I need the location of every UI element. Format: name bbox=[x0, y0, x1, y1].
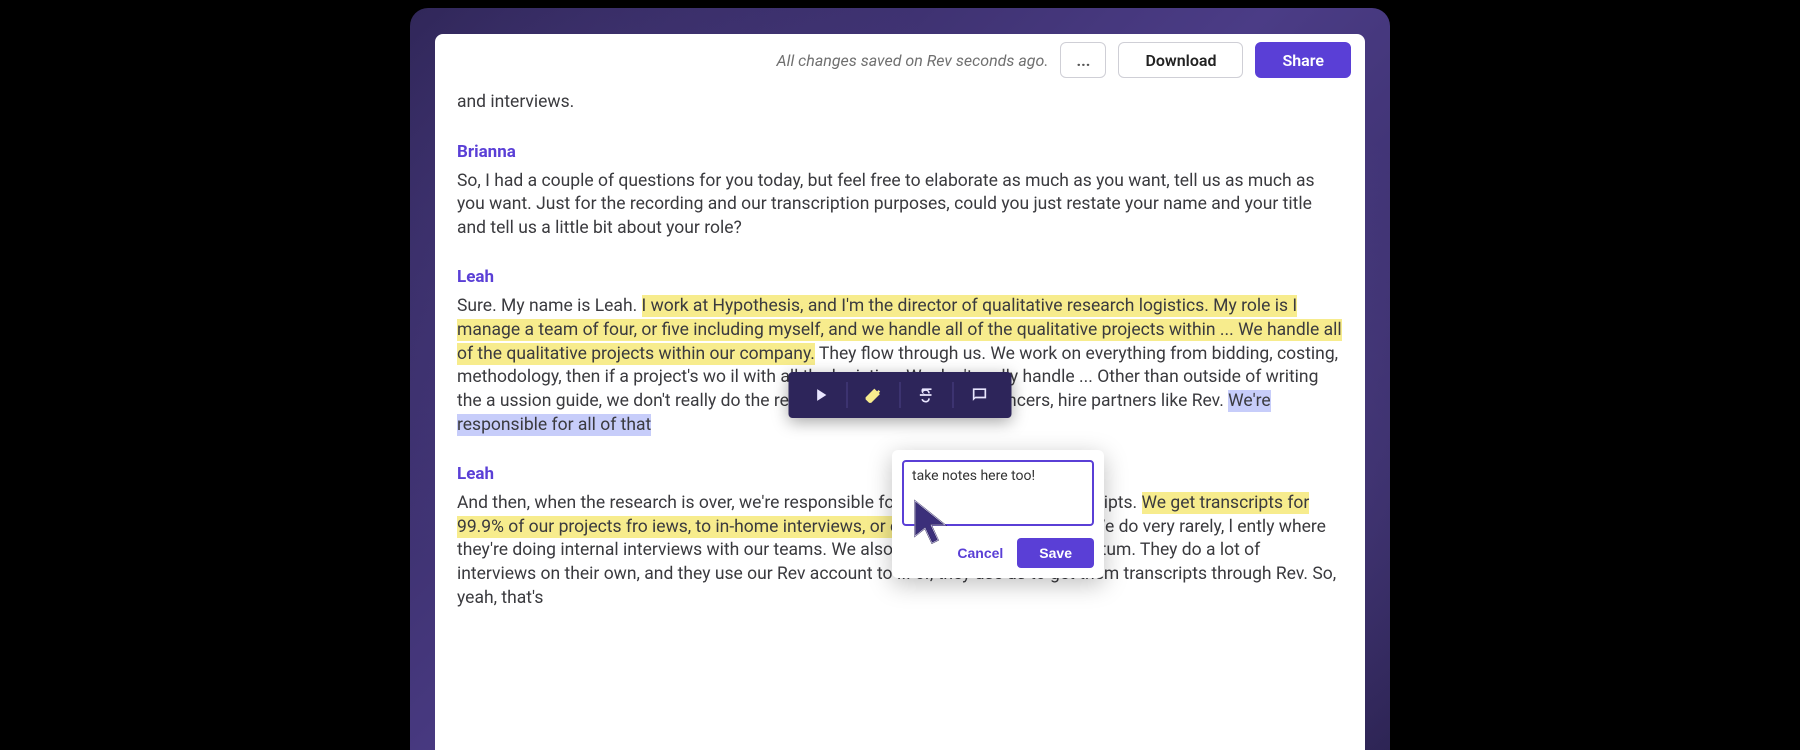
transcript-line[interactable]: So, I had a couple of questions for you … bbox=[457, 170, 1343, 241]
download-button[interactable]: Download bbox=[1118, 42, 1243, 78]
selection-toolbar bbox=[789, 372, 1012, 418]
highlight-icon bbox=[864, 385, 884, 405]
note-cancel-button[interactable]: Cancel bbox=[957, 545, 1003, 561]
play-selection-button[interactable] bbox=[795, 378, 847, 412]
transcript-line[interactable]: and interviews. bbox=[457, 91, 1343, 115]
note-popover: Cancel Save bbox=[892, 450, 1104, 578]
speaker-label[interactable]: Brianna bbox=[457, 141, 1343, 164]
play-icon bbox=[811, 385, 831, 405]
highlight-button[interactable] bbox=[848, 378, 900, 412]
share-button[interactable]: Share bbox=[1255, 42, 1351, 78]
strikethrough-icon bbox=[917, 385, 937, 405]
save-status: All changes saved on Rev seconds ago. bbox=[777, 51, 1049, 70]
note-input[interactable] bbox=[902, 460, 1094, 526]
text-span[interactable]: Sure. My name is Leah. bbox=[457, 296, 642, 316]
comment-icon bbox=[970, 385, 990, 405]
top-toolbar: All changes saved on Rev seconds ago. ..… bbox=[435, 34, 1365, 87]
comment-button[interactable] bbox=[954, 378, 1006, 412]
transcript-content[interactable]: and interviews. Brianna So, I had a coup… bbox=[435, 87, 1365, 750]
strikethrough-button[interactable] bbox=[901, 378, 953, 412]
speaker-label[interactable]: Leah bbox=[457, 266, 1343, 289]
more-menu-button[interactable]: ... bbox=[1060, 42, 1106, 78]
note-save-button[interactable]: Save bbox=[1017, 538, 1094, 568]
